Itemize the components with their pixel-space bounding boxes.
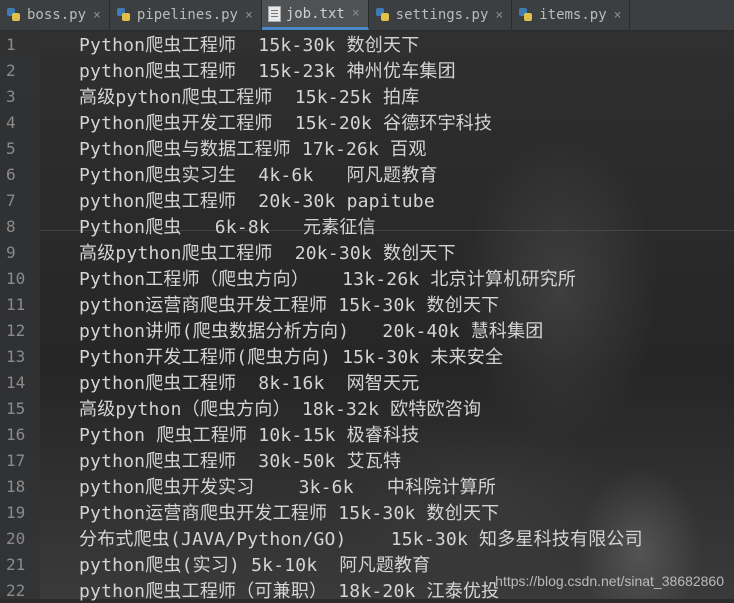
tab-label: boss.py: [27, 7, 87, 23]
line-text[interactable]: Python开发工程师(爬虫方向) 15k-30k 未来安全: [79, 343, 503, 369]
source-watermark: https://blog.csdn.net/sinat_38682860: [495, 573, 724, 589]
editor-line[interactable]: 5 Python爬虫与数据工程师 17k-26k 百观: [0, 135, 734, 161]
python-file-icon: [6, 7, 22, 23]
line-text[interactable]: Python工程师（爬虫方向） 13k-26k 北京计算机研究所: [79, 265, 576, 291]
line-text[interactable]: python运营商爬虫开发工程师 15k-30k 数创天下: [79, 291, 499, 317]
line-number: 5: [6, 138, 16, 158]
tab-label: pipelines.py: [136, 7, 238, 23]
tab-pipelines-py[interactable]: pipelines.py ×: [110, 0, 262, 30]
line-text[interactable]: Python 爬虫工程师 10k-15k 极睿科技: [79, 421, 419, 447]
editor-line[interactable]: 15 高级python（爬虫方向） 18k-32k 欧特欧咨询: [0, 395, 734, 421]
line-text[interactable]: 分布式爬虫(JAVA/Python/GO) 15k-30k 知多星科技有限公司: [79, 525, 643, 551]
line-number: 21: [6, 554, 26, 574]
python-file-icon: [375, 7, 391, 23]
line-text[interactable]: python爬虫工程师 15k-23k 神州优车集团: [79, 57, 456, 83]
line-number: 14: [6, 372, 26, 392]
line-text[interactable]: Python爬虫与数据工程师 17k-26k 百观: [79, 135, 427, 161]
line-number: 9: [6, 242, 16, 262]
editor-line[interactable]: 2 python爬虫工程师 15k-23k 神州优车集团: [0, 57, 734, 83]
python-file-icon: [518, 7, 534, 23]
editor-line[interactable]: 1 Python爬虫工程师 15k-30k 数创天下: [0, 31, 734, 57]
line-number: 22: [6, 580, 26, 600]
tab-label: job.txt: [285, 5, 345, 22]
line-text[interactable]: Python爬虫实习生 4k-6k 阿凡题教育: [79, 161, 438, 187]
tab-boss-py[interactable]: boss.py ×: [0, 0, 110, 30]
line-number: 4: [6, 112, 16, 132]
text-file-icon: [267, 5, 281, 22]
line-text[interactable]: python爬虫(实习) 5k-10k 阿凡题教育: [79, 551, 430, 577]
tab-label: items.py: [539, 7, 607, 23]
editor-line[interactable]: 17 python爬虫工程师 30k-50k 艾瓦特: [0, 447, 734, 473]
line-number: 3: [6, 86, 16, 106]
line-number: 11: [6, 294, 26, 314]
line-number: 16: [6, 424, 26, 444]
editor-line[interactable]: 20 分布式爬虫(JAVA/Python/GO) 15k-30k 知多星科技有限…: [0, 525, 734, 551]
line-number: 19: [6, 502, 26, 522]
tab-label: settings.py: [395, 7, 489, 23]
tab-items-py[interactable]: items.py ×: [512, 0, 631, 30]
line-text[interactable]: 高级python（爬虫方向） 18k-32k 欧特欧咨询: [79, 395, 481, 421]
line-text[interactable]: python爬虫工程师 30k-50k 艾瓦特: [79, 447, 401, 473]
editor-line[interactable]: 13 Python开发工程师(爬虫方向) 15k-30k 未来安全: [0, 343, 734, 369]
line-text[interactable]: python爬虫工程师（可兼职） 18k-20k 江泰优投: [79, 577, 499, 603]
line-number: 1: [6, 34, 16, 54]
line-number: 7: [6, 190, 16, 210]
line-number: 10: [6, 268, 26, 288]
tab-settings-py[interactable]: settings.py ×: [369, 0, 513, 30]
line-text[interactable]: python爬虫工程师 20k-30k papitube: [79, 187, 435, 213]
tab-job-txt[interactable]: job.txt ×: [261, 0, 369, 30]
line-number: 13: [6, 346, 26, 366]
line-text[interactable]: python讲师(爬虫数据分析方向) 20k-40k 慧科集团: [79, 317, 544, 343]
editor-line[interactable]: 18 python爬虫开发实习 3k-6k 中科院计算所: [0, 473, 734, 499]
line-text[interactable]: Python爬虫开发工程师 15k-20k 谷德环宇科技: [79, 109, 492, 135]
line-number: 18: [6, 476, 26, 496]
line-number: 2: [6, 60, 16, 80]
editor-line[interactable]: 6 Python爬虫实习生 4k-6k 阿凡题教育: [0, 161, 734, 187]
editor-line[interactable]: 12 python讲师(爬虫数据分析方向) 20k-40k 慧科集团: [0, 317, 734, 343]
line-number: 15: [6, 398, 26, 418]
line-number: 20: [6, 528, 26, 548]
editor-line[interactable]: 8 Python爬虫 6k-8k 元素征信: [0, 213, 734, 239]
line-number: 17: [6, 450, 26, 470]
line-number: 12: [6, 320, 26, 340]
editor-line[interactable]: 19 Python运营商爬虫开发工程师 15k-30k 数创天下: [0, 499, 734, 525]
editor-line[interactable]: 11 python运营商爬虫开发工程师 15k-30k 数创天下: [0, 291, 734, 317]
editor-line[interactable]: 10 Python工程师（爬虫方向） 13k-26k 北京计算机研究所: [0, 265, 734, 291]
line-text[interactable]: Python运营商爬虫开发工程师 15k-30k 数创天下: [79, 499, 499, 525]
close-icon[interactable]: ×: [614, 8, 622, 23]
editor-line[interactable]: 14 python爬虫工程师 8k-16k 网智天元: [0, 369, 734, 395]
line-number: 6: [6, 164, 16, 184]
close-icon[interactable]: ×: [495, 8, 503, 23]
python-file-icon: [116, 7, 132, 23]
line-text[interactable]: 高级python爬虫工程师 15k-25k 拍库: [79, 83, 419, 109]
close-icon[interactable]: ×: [352, 6, 360, 21]
text-editor[interactable]: 1 Python爬虫工程师 15k-30k 数创天下 2 python爬虫工程师…: [0, 31, 734, 602]
editor-tab-bar: boss.py × pipelines.py × job.txt × setti…: [0, 0, 734, 31]
close-icon[interactable]: ×: [93, 8, 101, 23]
editor-line[interactable]: 4 Python爬虫开发工程师 15k-20k 谷德环宇科技: [0, 109, 734, 135]
line-text[interactable]: Python爬虫工程师 15k-30k 数创天下: [79, 31, 419, 57]
line-text[interactable]: 高级python爬虫工程师 20k-30k 数创天下: [79, 239, 456, 265]
line-text[interactable]: python爬虫开发实习 3k-6k 中科院计算所: [79, 473, 496, 499]
editor-line[interactable]: 9 高级python爬虫工程师 20k-30k 数创天下: [0, 239, 734, 265]
line-number: 8: [6, 216, 16, 236]
close-icon[interactable]: ×: [245, 8, 253, 23]
editor-line[interactable]: 16 Python 爬虫工程师 10k-15k 极睿科技: [0, 421, 734, 447]
editor-line[interactable]: 3 高级python爬虫工程师 15k-25k 拍库: [0, 83, 734, 109]
line-text[interactable]: python爬虫工程师 8k-16k 网智天元: [79, 369, 419, 395]
line-text[interactable]: Python爬虫 6k-8k 元素征信: [79, 213, 376, 239]
editor-line[interactable]: 7 python爬虫工程师 20k-30k papitube: [0, 187, 734, 213]
